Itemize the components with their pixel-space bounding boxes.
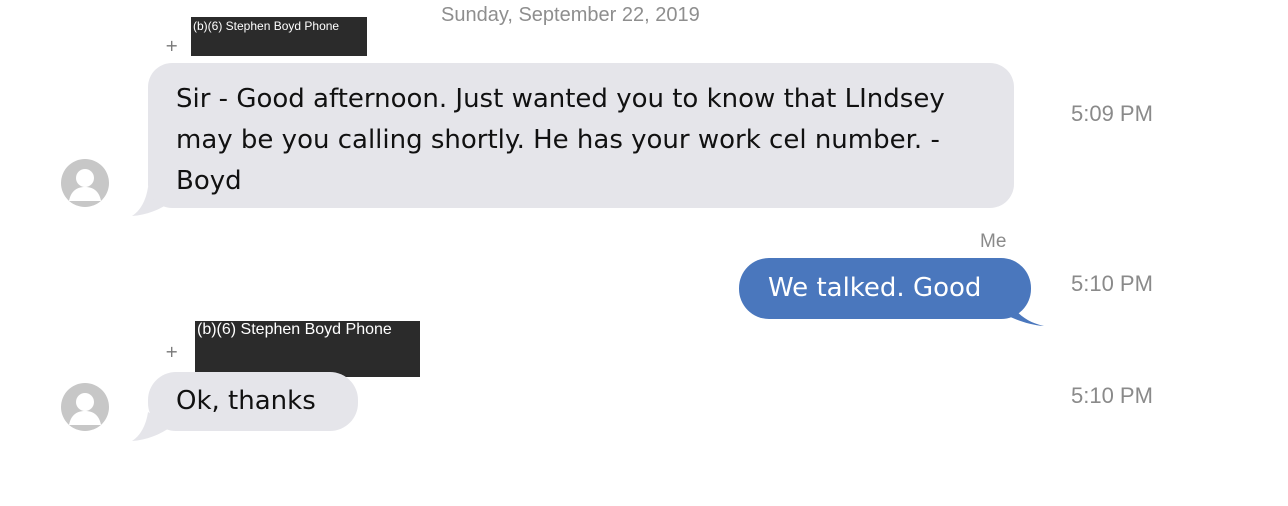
plus-icon: +	[165, 342, 179, 361]
avatar-icon	[61, 159, 109, 207]
avatar-icon	[61, 383, 109, 431]
sender-label-redacted: (b)(6) Stephen Boyd Phone	[191, 17, 367, 56]
message-bubble: We talked. Good	[739, 258, 1031, 319]
message-bubble: Sir - Good afternoon. Just wanted you to…	[148, 63, 1014, 208]
date-header: Sunday, September 22, 2019	[441, 4, 700, 26]
sender-label-redacted: (b)(6) Stephen Boyd Phone	[195, 321, 420, 377]
message-timestamp: 5:10 PM	[1071, 383, 1153, 408]
sender-label-me: Me	[980, 231, 1007, 252]
plus-icon: +	[165, 36, 179, 55]
message-timestamp: 5:10 PM	[1071, 271, 1153, 296]
message-bubble: Ok, thanks	[148, 372, 358, 431]
message-timestamp: 5:09 PM	[1071, 101, 1153, 126]
